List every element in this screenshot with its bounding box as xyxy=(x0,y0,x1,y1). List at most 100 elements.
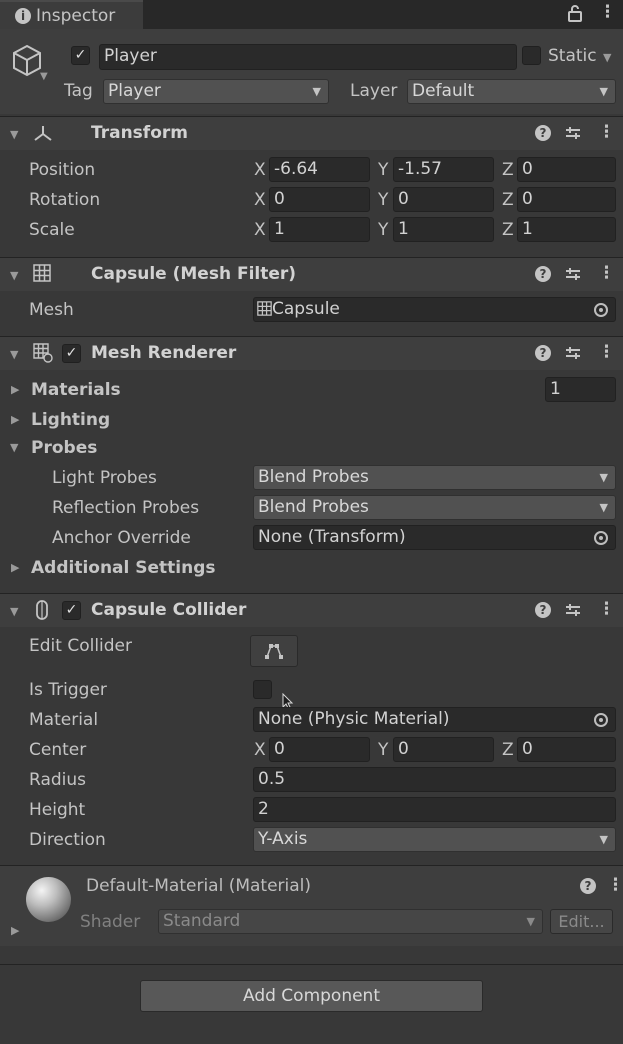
object-picker-icon[interactable] xyxy=(594,303,608,317)
capsule-collider-title: Capsule Collider xyxy=(91,600,247,620)
gameobject-icon[interactable] xyxy=(10,43,44,84)
component-menu-icon[interactable]: ⋮ xyxy=(598,599,615,619)
help-icon[interactable]: ? xyxy=(535,345,551,361)
position-y-field[interactable]: -1.57 xyxy=(393,157,494,182)
position-z-field[interactable]: 0 xyxy=(517,157,616,182)
rotation-y-field[interactable]: 0 xyxy=(393,187,494,212)
rotation-x-field[interactable]: 0 xyxy=(269,187,370,212)
mesh-renderer-icon xyxy=(33,343,53,368)
mesh-filter-header[interactable]: ▼ Capsule (Mesh Filter) ? ⋮ xyxy=(0,258,623,291)
axis-x-label: X xyxy=(254,160,266,180)
scale-y-field[interactable]: 1 xyxy=(393,217,494,242)
center-label: Center xyxy=(29,740,87,760)
axis-z-label: Z xyxy=(502,190,514,210)
divider xyxy=(0,964,623,965)
component-menu-icon[interactable]: ⋮ xyxy=(598,263,615,283)
lighting-fold-arrow[interactable]: ▶ xyxy=(11,413,19,426)
center-y-field[interactable]: 0 xyxy=(393,737,494,762)
material-section: ▶ Default-Material (Material) ? ⋮ Shader… xyxy=(0,866,623,946)
collider-material-field[interactable]: None (Physic Material) xyxy=(253,707,616,732)
component-menu-icon[interactable]: ⋮ xyxy=(598,122,615,142)
direction-value: Y-Axis xyxy=(258,829,308,849)
edit-collider-label: Edit Collider xyxy=(29,636,133,656)
window-menu-icon[interactable]: ⋮ xyxy=(599,2,616,22)
edit-collider-icon xyxy=(265,644,283,659)
tag-value: Player xyxy=(108,81,161,101)
name-field[interactable]: Player xyxy=(99,44,517,70)
reflection-probes-value: Blend Probes xyxy=(258,497,369,517)
is-trigger-label: Is Trigger xyxy=(29,680,107,700)
center-z-field[interactable]: 0 xyxy=(517,737,616,762)
material-menu-icon[interactable]: ⋮ xyxy=(607,875,623,895)
collider-material-value: None (Physic Material) xyxy=(258,709,450,729)
mesh-renderer-header[interactable]: ▼ ✓ Mesh Renderer ? ⋮ xyxy=(0,337,623,370)
anchor-override-label: Anchor Override xyxy=(52,528,191,548)
materials-fold-arrow[interactable]: ▶ xyxy=(11,383,19,396)
lock-icon[interactable] xyxy=(567,4,583,26)
is-trigger-checkbox[interactable] xyxy=(253,680,272,699)
fold-arrow[interactable]: ▼ xyxy=(10,605,18,618)
fold-arrow[interactable]: ▼ xyxy=(10,128,18,141)
fold-arrow[interactable]: ▼ xyxy=(10,348,18,361)
materials-count-field[interactable]: 1 xyxy=(545,377,616,402)
active-checkbox[interactable]: ✓ xyxy=(71,46,90,65)
additional-settings-label[interactable]: Additional Settings xyxy=(31,558,216,578)
rotation-z-field[interactable]: 0 xyxy=(517,187,616,212)
layer-dropdown[interactable]: Default ▼ xyxy=(407,79,616,104)
capsule-collider-enabled-checkbox[interactable]: ✓ xyxy=(62,601,81,620)
info-icon: i xyxy=(15,8,31,24)
help-icon[interactable]: ? xyxy=(535,266,551,282)
mesh-field[interactable]: Capsule xyxy=(253,297,616,322)
reflection-probes-dropdown[interactable]: Blend Probes ▼ xyxy=(253,495,616,520)
axis-y-label: Y xyxy=(378,190,389,210)
presets-icon[interactable] xyxy=(565,345,581,366)
presets-icon[interactable] xyxy=(565,266,581,287)
help-icon[interactable]: ? xyxy=(535,125,551,141)
center-x-field[interactable]: 0 xyxy=(269,737,370,762)
component-menu-icon[interactable]: ⋮ xyxy=(598,342,615,362)
lighting-label[interactable]: Lighting xyxy=(31,410,110,430)
probes-fold-arrow[interactable]: ▼ xyxy=(10,441,18,454)
presets-icon[interactable] xyxy=(565,602,581,623)
transform-header[interactable]: ▼ Transform ? ⋮ xyxy=(0,117,623,150)
tab-inspector[interactable]: i Inspector xyxy=(0,0,143,29)
anchor-override-field[interactable]: None (Transform) xyxy=(253,525,616,550)
presets-icon[interactable] xyxy=(565,125,581,146)
radius-field[interactable]: 0.5 xyxy=(253,767,616,792)
probes-label[interactable]: Probes xyxy=(31,438,97,458)
capsule-collider-header[interactable]: ▼ ✓ Capsule Collider ? ⋮ xyxy=(0,594,623,627)
mesh-icon xyxy=(257,301,272,316)
shader-dropdown[interactable]: Standard ▼ xyxy=(158,909,543,934)
axis-x-label: X xyxy=(254,190,266,210)
shader-edit-button[interactable]: Edit... xyxy=(550,909,613,934)
direction-dropdown[interactable]: Y-Axis ▼ xyxy=(253,827,616,852)
additional-settings-fold-arrow[interactable]: ▶ xyxy=(11,561,19,574)
static-checkbox[interactable] xyxy=(522,46,541,65)
scale-x-field[interactable]: 1 xyxy=(269,217,370,242)
axis-y-label: Y xyxy=(378,160,389,180)
material-preview-sphere xyxy=(26,877,71,922)
mesh-filter-icon xyxy=(33,264,51,287)
axis-x-label: X xyxy=(254,740,266,760)
height-field[interactable]: 2 xyxy=(253,797,616,822)
material-fold-arrow[interactable]: ▶ xyxy=(11,924,19,937)
object-picker-icon[interactable] xyxy=(594,531,608,545)
scale-z-field[interactable]: 1 xyxy=(517,217,616,242)
mesh-label: Mesh xyxy=(29,300,74,320)
materials-label[interactable]: Materials xyxy=(31,380,121,400)
position-x-field[interactable]: -6.64 xyxy=(269,157,370,182)
fold-arrow[interactable]: ▼ xyxy=(10,269,18,282)
static-dropdown-arrow[interactable]: ▼ xyxy=(603,51,611,64)
light-probes-dropdown[interactable]: Blend Probes ▼ xyxy=(253,465,616,490)
edit-collider-button[interactable] xyxy=(250,635,298,667)
anchor-override-value: None (Transform) xyxy=(258,527,406,547)
object-picker-icon[interactable] xyxy=(594,713,608,727)
help-icon[interactable]: ? xyxy=(580,878,596,894)
mesh-renderer-enabled-checkbox[interactable]: ✓ xyxy=(62,344,81,363)
reflection-probes-label: Reflection Probes xyxy=(52,498,200,518)
tag-label: Tag xyxy=(64,81,93,101)
tag-dropdown[interactable]: Player ▼ xyxy=(103,79,329,104)
icon-dropdown-arrow[interactable]: ▼ xyxy=(40,71,48,82)
add-component-button[interactable]: Add Component xyxy=(140,980,483,1012)
help-icon[interactable]: ? xyxy=(535,602,551,618)
